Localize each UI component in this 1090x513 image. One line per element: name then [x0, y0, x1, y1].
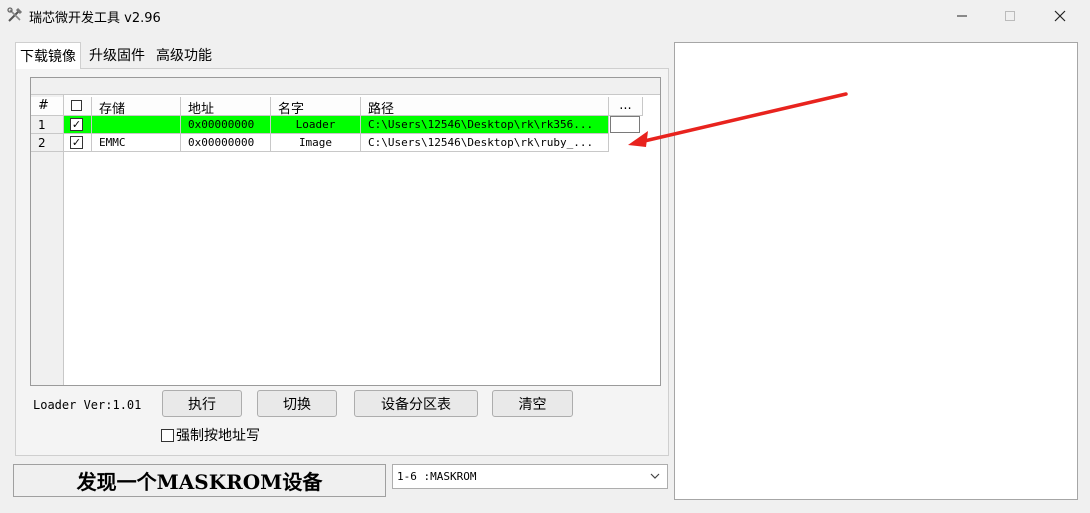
- annotation-arrow: [628, 92, 848, 147]
- col-header-path: 路径: [361, 97, 609, 116]
- tools-icon: [7, 7, 23, 22]
- minimize-icon: [957, 15, 967, 16]
- row-address[interactable]: 0x00000000: [181, 116, 271, 134]
- row-name[interactable]: Loader: [271, 116, 361, 134]
- device-select-value: 1-6 :MASKROM: [397, 470, 477, 483]
- table-header: # 存储 地址 名字 路径 ...: [31, 97, 643, 116]
- minimize-button[interactable]: [938, 0, 986, 31]
- row-storage[interactable]: [92, 116, 181, 134]
- maximize-button[interactable]: [986, 0, 1034, 31]
- image-table[interactable]: # 存储 地址 名字 路径 ... 1 ✓ 0x00000000 Loader …: [30, 77, 661, 386]
- row-address[interactable]: 0x00000000: [181, 134, 271, 152]
- row-index: 1: [31, 116, 64, 134]
- row-checkbox-cell[interactable]: ✓: [64, 134, 92, 152]
- row-checkbox[interactable]: ✓: [70, 118, 83, 131]
- close-button[interactable]: [1036, 0, 1084, 31]
- col-header-name: 名字: [271, 97, 361, 116]
- tab-advanced[interactable]: 高级功能: [152, 42, 216, 68]
- force-address-label: 强制按地址写: [176, 428, 260, 444]
- row-name[interactable]: Image: [271, 134, 361, 152]
- col-header-address: 地址: [181, 97, 271, 116]
- chevron-down-icon: [650, 473, 660, 479]
- status-bar: 发现一个MASKROM设备: [13, 464, 386, 497]
- maximize-icon: [1005, 10, 1015, 21]
- switch-button[interactable]: 切换: [257, 390, 337, 417]
- status-text: 发现一个MASKROM设备: [76, 470, 323, 494]
- partition-table-button[interactable]: 设备分区表: [354, 390, 478, 417]
- table-row[interactable]: 1 ✓ 0x00000000 Loader C:\Users\12546\Des…: [31, 116, 643, 134]
- force-address-write[interactable]: 强制按地址写: [161, 425, 260, 445]
- table-row[interactable]: 2 ✓ EMMC 0x00000000 Image C:\Users\12546…: [31, 134, 643, 152]
- loader-version: Loader Ver:1.01: [33, 398, 142, 412]
- row-index: 2: [31, 134, 64, 152]
- col-header-check[interactable]: [64, 97, 92, 116]
- row-checkbox[interactable]: ✓: [70, 136, 83, 149]
- col-header-index: #: [31, 97, 64, 116]
- col-header-storage: 存储: [92, 97, 181, 116]
- row-path[interactable]: C:\Users\12546\Desktop\rk\ruby_...: [361, 134, 609, 152]
- device-select[interactable]: 1-6 :MASKROM: [392, 464, 668, 489]
- window-title: 瑞芯微开发工具 v2.96: [29, 11, 161, 26]
- row-storage[interactable]: EMMC: [92, 134, 181, 152]
- table-top-band: [31, 78, 660, 95]
- clear-button[interactable]: 清空: [492, 390, 573, 417]
- tab-upgrade-firmware[interactable]: 升级固件: [85, 42, 149, 68]
- select-all-checkbox[interactable]: [71, 100, 82, 111]
- close-icon: [1054, 10, 1066, 21]
- row-checkbox-cell[interactable]: ✓: [64, 116, 92, 134]
- execute-button[interactable]: 执行: [162, 390, 242, 417]
- force-address-checkbox[interactable]: [161, 428, 174, 442]
- tab-download-image[interactable]: 下载镜像: [15, 42, 81, 69]
- row-path[interactable]: C:\Users\12546\Desktop\rk\rk356...: [361, 116, 609, 134]
- title-bar: 瑞芯微开发工具 v2.96: [0, 0, 1090, 31]
